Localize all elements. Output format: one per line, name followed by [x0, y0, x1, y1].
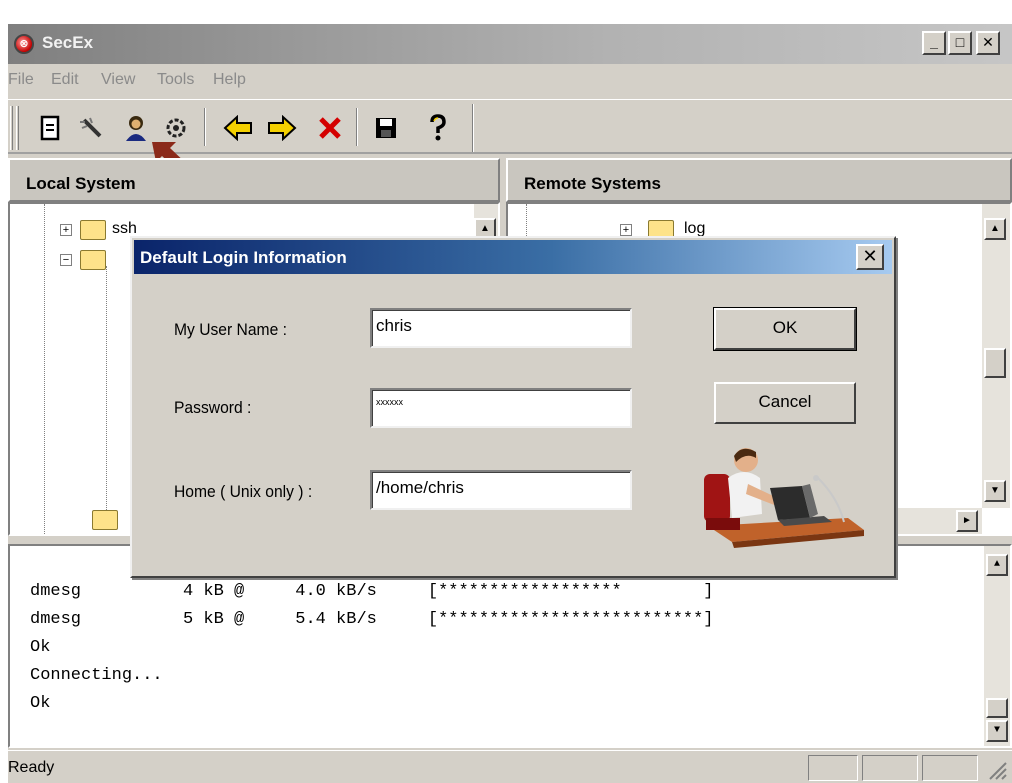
menu-tools[interactable]: Tools	[157, 71, 194, 89]
status-panel	[862, 755, 918, 781]
home-dir-field[interactable]	[370, 470, 632, 510]
tree-expander[interactable]: +	[620, 224, 632, 236]
tree-line	[44, 204, 45, 534]
folder-icon	[92, 510, 118, 530]
maximize-button[interactable]: □	[948, 31, 972, 55]
scroll-down-button[interactable]: ▼	[986, 720, 1008, 742]
log-scrollbar[interactable]: ▲ ▼	[984, 546, 1010, 746]
password-field[interactable]	[370, 388, 632, 428]
properties-icon[interactable]	[34, 112, 66, 144]
menu-help[interactable]: Help	[213, 71, 246, 89]
remote-scrollbar[interactable]: ▲ ▼	[982, 204, 1010, 508]
window-title: SecEx	[42, 33, 94, 52]
home-label: Home ( Unix only ) :	[174, 482, 313, 501]
toolbar-grip-2	[16, 106, 19, 150]
scroll-thumb[interactable]	[984, 348, 1006, 378]
status-panel	[808, 755, 858, 781]
login-dialog: Default Login Information ✕ My User Name…	[130, 236, 896, 578]
folder-icon	[80, 220, 106, 240]
menu-edit[interactable]: Edit	[51, 71, 79, 89]
scroll-up-button[interactable]: ▲	[984, 218, 1006, 240]
log-line: dmesg 5 kB @ 5.4 kB/s [*****************…	[30, 610, 714, 629]
log-line: Ok	[30, 638, 51, 657]
minimize-button[interactable]: _	[922, 31, 946, 55]
dialog-title-bar[interactable]: Default Login Information ✕	[134, 240, 892, 274]
scroll-right-button[interactable]: ►	[956, 510, 978, 532]
remote-pane-header: Remote Systems	[506, 158, 1012, 202]
toolbar-separator-2	[356, 108, 358, 146]
status-text: Ready	[8, 759, 55, 776]
tree-line-2	[106, 266, 107, 526]
title-bar[interactable]: ⊗ SecEx _ □ ✕	[8, 24, 1012, 64]
scroll-thumb[interactable]	[986, 698, 1008, 718]
help-question-icon[interactable]	[422, 112, 454, 144]
log-line: Connecting...	[30, 666, 163, 685]
password-label: Password :	[174, 398, 252, 417]
wizard-wand-icon[interactable]	[76, 112, 108, 144]
menu-file[interactable]: File	[8, 71, 34, 89]
local-pane-header: Local System	[8, 158, 500, 202]
app-lock-icon: ⊗	[14, 34, 34, 54]
forward-arrow-icon[interactable]	[266, 112, 298, 144]
save-disk-icon[interactable]	[370, 112, 402, 144]
menu-bar: File Edit View Tools Help	[8, 64, 1012, 100]
resize-grip-icon[interactable]	[986, 759, 1008, 781]
status-panel	[922, 755, 978, 781]
scroll-down-button[interactable]: ▼	[984, 480, 1006, 502]
username-label: My User Name :	[174, 320, 287, 339]
user-at-computer-icon	[704, 448, 864, 548]
toolbar-grip[interactable]	[10, 106, 13, 150]
username-field[interactable]	[370, 308, 632, 348]
log-line: dmesg 4 kB @ 4.0 kB/s [*****************…	[30, 582, 714, 601]
tree-expander[interactable]: +	[60, 224, 72, 236]
status-bar: Ready	[8, 750, 1012, 783]
scroll-up-button[interactable]: ▲	[986, 554, 1008, 576]
toolbar-end	[472, 104, 474, 152]
dialog-title: Default Login Information	[140, 248, 347, 267]
cancel-button[interactable]: Cancel	[714, 382, 856, 424]
ok-button[interactable]: OK	[713, 307, 857, 351]
back-arrow-icon[interactable]	[222, 112, 254, 144]
stop-x-icon[interactable]	[314, 112, 346, 144]
folder-open-icon	[80, 250, 106, 270]
menu-view[interactable]: View	[101, 71, 135, 89]
close-button[interactable]: ✕	[976, 31, 1000, 55]
tree-expander-open[interactable]: −	[60, 254, 72, 266]
log-line: Ok	[30, 694, 51, 713]
dialog-close-button[interactable]: ✕	[856, 244, 884, 270]
